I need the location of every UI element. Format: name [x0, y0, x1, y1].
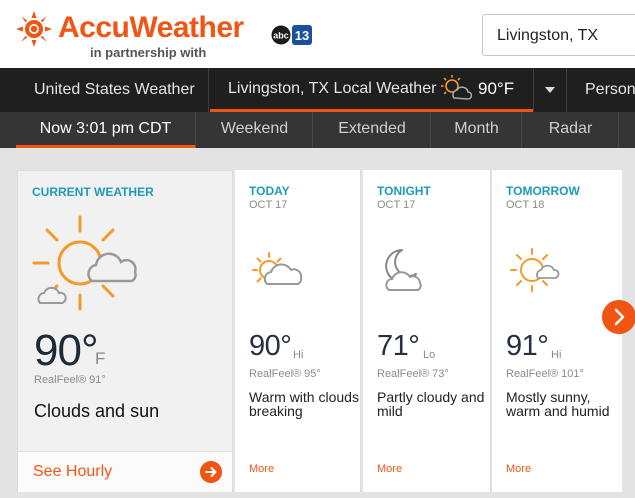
brand-name[interactable]: AccuWeather	[58, 10, 244, 46]
forecast-temp-suffix: Hi	[293, 349, 304, 361]
tab-extended[interactable]: Extended	[314, 112, 431, 148]
current-weather-card[interactable]: CURRENT WEATHER 90° F RealFeel® 91° Clou…	[17, 170, 233, 492]
arrow-right-icon	[200, 461, 222, 483]
abc-logo-number: 13	[295, 28, 309, 43]
forecast-realfeel: RealFeel® 73°	[377, 368, 449, 380]
mostly-sunny-icon	[510, 248, 560, 292]
nav-local-weather[interactable]: Livingston, TX Local Weather 90°F	[210, 68, 533, 112]
forecast-card-title: TOMORROW	[506, 184, 580, 198]
partner-text: in partnership with	[90, 45, 207, 60]
forecast-card-title: TONIGHT	[377, 184, 431, 198]
forecast-card-date: OCT 17	[377, 199, 416, 211]
forecast-card-tomorrow[interactable]: TOMORROW OCT 18 91° Hi RealFeel® 101° Mo…	[492, 170, 622, 492]
current-temperature-unit: F	[95, 349, 106, 368]
tab-radar[interactable]: Radar	[523, 112, 618, 148]
forecast-temperature: 90°	[249, 330, 292, 362]
forecast-card-date: OCT 17	[249, 199, 288, 211]
partly-sunny-icon	[441, 75, 472, 100]
tab-month[interactable]: Month	[432, 112, 522, 148]
current-temperature: 90°	[34, 326, 99, 375]
forecast-phrase: Warm with clouds breaking	[249, 389, 359, 419]
nav-local-weather-label: Livingston, TX Local Weather	[228, 80, 437, 97]
main-nav: United States Weather Livingston, TX Loc…	[0, 68, 635, 112]
nav-united-states-weather[interactable]: United States Weather	[0, 68, 209, 112]
forecast-card-tonight[interactable]: TONIGHT OCT 17 71° Lo RealFeel® 73° Part…	[363, 170, 491, 492]
abc-logo-text: abc	[273, 31, 289, 41]
partly-sunny-icon	[32, 215, 137, 311]
partly-sunny-icon	[252, 252, 303, 285]
tab-now[interactable]: Now 3:01 pm CDT	[16, 112, 196, 148]
forecast-temp-suffix: Lo	[423, 349, 436, 361]
current-weather-title: CURRENT WEATHER	[32, 185, 154, 199]
forecast-realfeel: RealFeel® 101°	[506, 368, 584, 380]
see-hourly-button[interactable]: See Hourly	[18, 451, 232, 492]
forecast-subnav: Now 3:01 pm CDT Weekend Extended Month R…	[0, 112, 635, 148]
forecast-temperature: 91°	[506, 330, 549, 362]
abc13-logo-icon[interactable]: abc 13	[271, 22, 313, 48]
chevron-right-icon[interactable]	[602, 300, 635, 334]
partly-cloudy-night-icon	[385, 249, 422, 291]
forecast-more-link[interactable]: More	[377, 463, 402, 475]
forecast-phrase: Partly cloudy and mild	[377, 389, 485, 419]
location-search-input[interactable]: Livingston, TX	[482, 14, 635, 56]
subnav-divider	[618, 112, 635, 148]
forecast-temp-suffix: Hi	[551, 349, 562, 361]
forecast-more-link[interactable]: More	[506, 463, 531, 475]
site-header: AccuWeather in partnership with abc 13 L…	[0, 0, 635, 68]
forecast-card-today[interactable]: TODAY OCT 17 90° Hi RealFeel® 95° Warm w…	[235, 170, 361, 492]
forecast-more-link[interactable]: More	[249, 463, 274, 475]
accuweather-sun-logo-icon[interactable]	[16, 11, 52, 47]
see-hourly-label: See Hourly	[33, 463, 113, 480]
tab-weekend[interactable]: Weekend	[197, 112, 313, 148]
nav-dropdown-button[interactable]	[533, 68, 565, 112]
current-phrase: Clouds and sun	[34, 401, 160, 421]
current-realfeel: RealFeel® 91°	[34, 374, 106, 386]
forecast-card-date: OCT 18	[506, 199, 545, 211]
forecast-realfeel: RealFeel® 95°	[249, 368, 321, 380]
forecast-temperature: 71°	[377, 330, 420, 362]
chevron-down-icon	[545, 87, 555, 93]
forecast-phrase: Mostly sunny, warm and humid	[506, 389, 610, 419]
forecast-card-title: TODAY	[249, 184, 290, 198]
nav-personalize[interactable]: Person	[566, 68, 635, 112]
nav-local-temp: 90°F	[478, 79, 515, 98]
